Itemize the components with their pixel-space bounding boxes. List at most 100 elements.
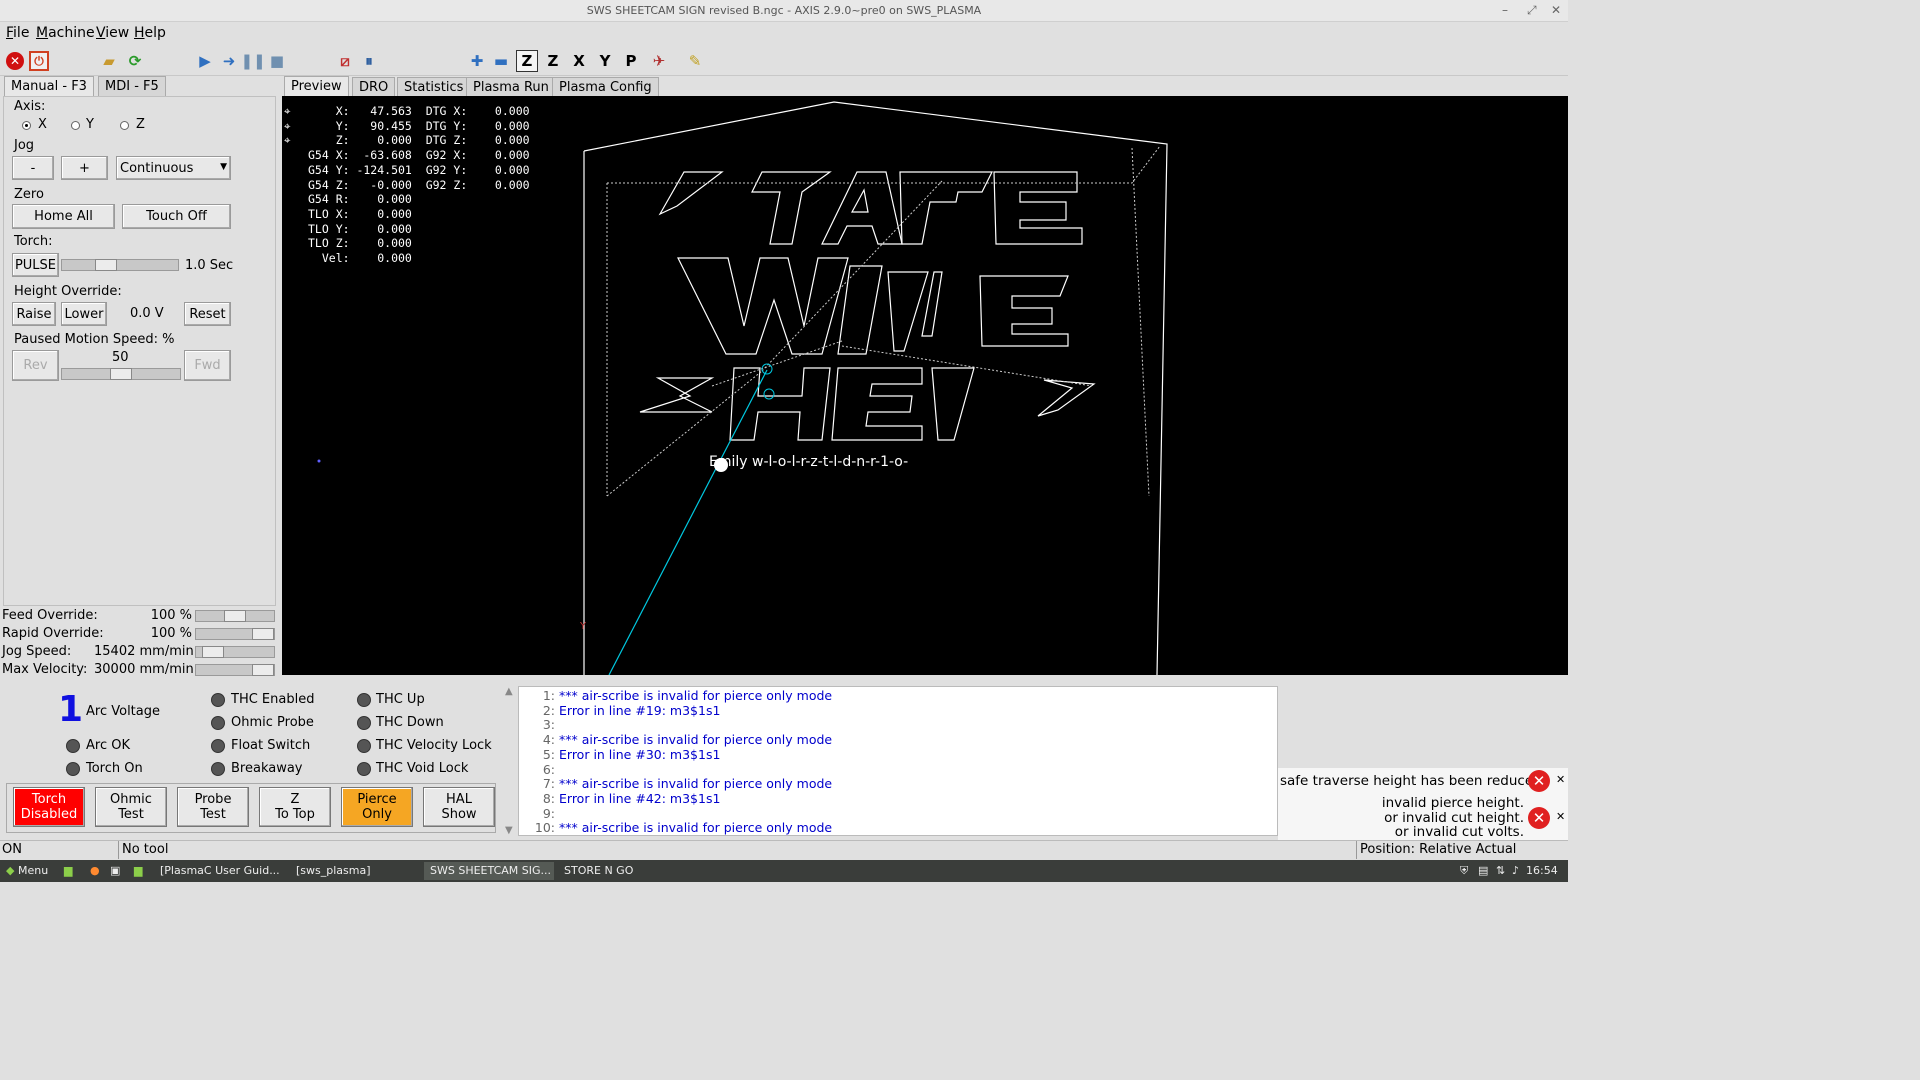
axis-z-radio[interactable] bbox=[120, 121, 129, 130]
plasma-button-ohmic[interactable]: Ohmic Test bbox=[95, 787, 167, 827]
pulse-slider[interactable] bbox=[61, 259, 179, 271]
plasma-button-z[interactable]: Z To Top bbox=[259, 787, 331, 827]
scroll-down-icon[interactable]: ▼ bbox=[505, 825, 513, 836]
gcode-text[interactable]: 1: *** air-scribe is invalid for pierce o… bbox=[518, 686, 1278, 836]
clock[interactable]: 16:54 bbox=[1520, 862, 1564, 880]
axis-label: Axis: bbox=[14, 99, 46, 114]
override-label: Max Velocity: bbox=[2, 662, 88, 677]
view-p-icon[interactable]: P bbox=[620, 50, 642, 72]
gcode-scrollbar[interactable]: ▲ ▼ bbox=[504, 686, 518, 836]
rapid-move-line bbox=[711, 340, 843, 387]
rapid-move-line bbox=[761, 180, 943, 372]
task-sws-plasma[interactable]: [sws_plasma] bbox=[290, 862, 420, 880]
tab-plasma-config[interactable]: Plasma Config bbox=[552, 77, 659, 97]
task-plasmac-guide[interactable]: [PlasmaC User Guid... bbox=[154, 862, 284, 880]
manual-panel: Axis: X Y Z Jog - + Continuous ▼ Zero Ho… bbox=[3, 96, 276, 606]
view-y-icon[interactable]: Y bbox=[594, 50, 616, 72]
close-icon[interactable]: ✕ bbox=[1556, 810, 1565, 823]
touch-off-button[interactable]: Touch Off bbox=[122, 204, 231, 229]
run-icon[interactable]: ▶ bbox=[194, 50, 216, 72]
overrides-panel: Feed Override: 100 % Rapid Override: 100 % J… bbox=[0, 608, 280, 682]
rotate-icon[interactable]: ✈ bbox=[648, 50, 670, 72]
breakaway-label: Breakaway bbox=[231, 761, 303, 776]
override-slider-knob[interactable] bbox=[252, 664, 274, 676]
paused-speed-slider[interactable] bbox=[61, 368, 181, 380]
start-menu-button[interactable]: ◆ Menu bbox=[0, 862, 54, 880]
axis-y-radio[interactable] bbox=[71, 121, 80, 130]
show-desktop-icon[interactable]: ▆ bbox=[58, 862, 78, 880]
view-z-icon[interactable]: Z bbox=[516, 50, 538, 72]
override-value: 100 % bbox=[150, 626, 192, 641]
plasma-button-torch[interactable]: Torch Disabled bbox=[13, 787, 85, 827]
tab-plasma-run[interactable]: Plasma Run bbox=[466, 77, 556, 97]
letter-path bbox=[729, 367, 831, 441]
override-slider-knob[interactable] bbox=[252, 628, 274, 640]
maximize-button[interactable]: ⤢ bbox=[1527, 3, 1537, 18]
axis-x-radio[interactable] bbox=[22, 121, 31, 130]
pulse-slider-knob[interactable] bbox=[94, 259, 117, 271]
pause-icon[interactable]: ❚❚ bbox=[240, 50, 265, 72]
override-slider[interactable] bbox=[195, 664, 275, 676]
notification-2: invalid pierce height. or invalid cut he… bbox=[1278, 796, 1568, 840]
plasma-status-panel: 1 Arc Voltage Arc OK Torch On THC Enable… bbox=[0, 686, 500, 836]
override-slider-knob[interactable] bbox=[224, 610, 246, 622]
step-icon[interactable]: ➜ bbox=[218, 50, 240, 72]
home-all-button[interactable]: Home All bbox=[12, 204, 115, 229]
open-file-icon[interactable]: ▰ bbox=[98, 50, 120, 72]
tab-preview[interactable]: Preview bbox=[284, 76, 349, 96]
scroll-up-icon[interactable]: ▲ bbox=[505, 686, 513, 697]
files-icon[interactable]: ▆ bbox=[128, 862, 148, 880]
rev-button[interactable]: Rev bbox=[12, 350, 59, 381]
stop-icon[interactable]: ■ bbox=[266, 50, 288, 72]
fwd-button[interactable]: Fwd bbox=[184, 350, 231, 381]
tab-manual[interactable]: Manual - F3 bbox=[4, 76, 94, 96]
plasma-button-probe[interactable]: Probe Test bbox=[177, 787, 249, 827]
gcode-line: 7: *** air-scribe is invalid for pierce o… bbox=[542, 776, 833, 792]
menu-file[interactable]: File bbox=[6, 25, 29, 41]
jog-plus-button[interactable]: + bbox=[61, 156, 108, 180]
paused-speed-knob[interactable] bbox=[110, 368, 132, 380]
raise-button[interactable]: Raise bbox=[12, 302, 56, 326]
reset-button[interactable]: Reset bbox=[184, 302, 231, 326]
minimize-button[interactable]: – bbox=[1502, 3, 1508, 17]
zoom-in-icon[interactable]: ✚ bbox=[466, 50, 488, 72]
gcode-line: 8: Error in line #42: m3$1s1 bbox=[542, 790, 721, 806]
reload-icon[interactable]: ⟳ bbox=[124, 50, 146, 72]
tool-marker-icon bbox=[763, 388, 775, 400]
plasma-button-pierce[interactable]: Pierce Only bbox=[341, 787, 413, 827]
override-slider[interactable] bbox=[195, 610, 275, 622]
tab-statistics[interactable]: Statistics bbox=[397, 77, 471, 97]
jog-mode-select[interactable]: Continuous ▼ bbox=[116, 156, 231, 180]
menu-help[interactable]: Help bbox=[134, 25, 166, 41]
view-x-icon[interactable]: X bbox=[568, 50, 590, 72]
plasma-button-hal[interactable]: HAL Show bbox=[423, 787, 495, 827]
power-icon[interactable]: ⏻ bbox=[28, 50, 50, 72]
preview-canvas[interactable]: X: 47.563 DTG X: 0.000 ⌖ Y: 90.455 DTG Y:… bbox=[282, 96, 1568, 675]
zoom-out-icon[interactable]: ▬ bbox=[490, 50, 512, 72]
clear-plot-icon[interactable]: ✎ bbox=[684, 50, 706, 72]
optional-stop-icon[interactable]: ⏸ bbox=[358, 50, 380, 72]
view-z2-icon[interactable]: Z bbox=[542, 50, 564, 72]
override-slider-knob[interactable] bbox=[201, 646, 224, 658]
estop-icon[interactable]: ✕ bbox=[4, 50, 26, 72]
jog-minus-button[interactable]: - bbox=[12, 156, 54, 180]
gcode-line: 1: *** air-scribe is invalid for pierce o… bbox=[542, 688, 833, 703]
firefox-icon[interactable]: ● bbox=[84, 862, 106, 880]
task-store-n-go[interactable]: STORE N GO bbox=[558, 862, 688, 880]
override-slider[interactable] bbox=[195, 628, 275, 640]
pulse-button[interactable]: PULSE bbox=[12, 253, 59, 277]
rapid-move-line bbox=[1131, 147, 1150, 497]
tool-cone-icon bbox=[761, 363, 773, 375]
tab-mdi[interactable]: MDI - F5 bbox=[98, 76, 166, 96]
task-axis[interactable]: SWS SHEETCAM SIG... bbox=[424, 862, 554, 880]
block-delete-icon[interactable]: ⧄ bbox=[334, 50, 356, 72]
menu-machine[interactable]: Machine bbox=[36, 25, 95, 41]
close-button[interactable]: ✕ bbox=[1551, 3, 1561, 17]
menu-view[interactable]: View bbox=[96, 25, 129, 41]
close-icon[interactable]: ✕ bbox=[1556, 773, 1565, 786]
override-slider[interactable] bbox=[195, 646, 275, 658]
lower-button[interactable]: Lower bbox=[61, 302, 107, 326]
paused-speed-value: 50 bbox=[112, 350, 129, 365]
tab-dro[interactable]: DRO bbox=[352, 77, 396, 97]
terminal-icon[interactable]: ▣ bbox=[104, 862, 126, 880]
